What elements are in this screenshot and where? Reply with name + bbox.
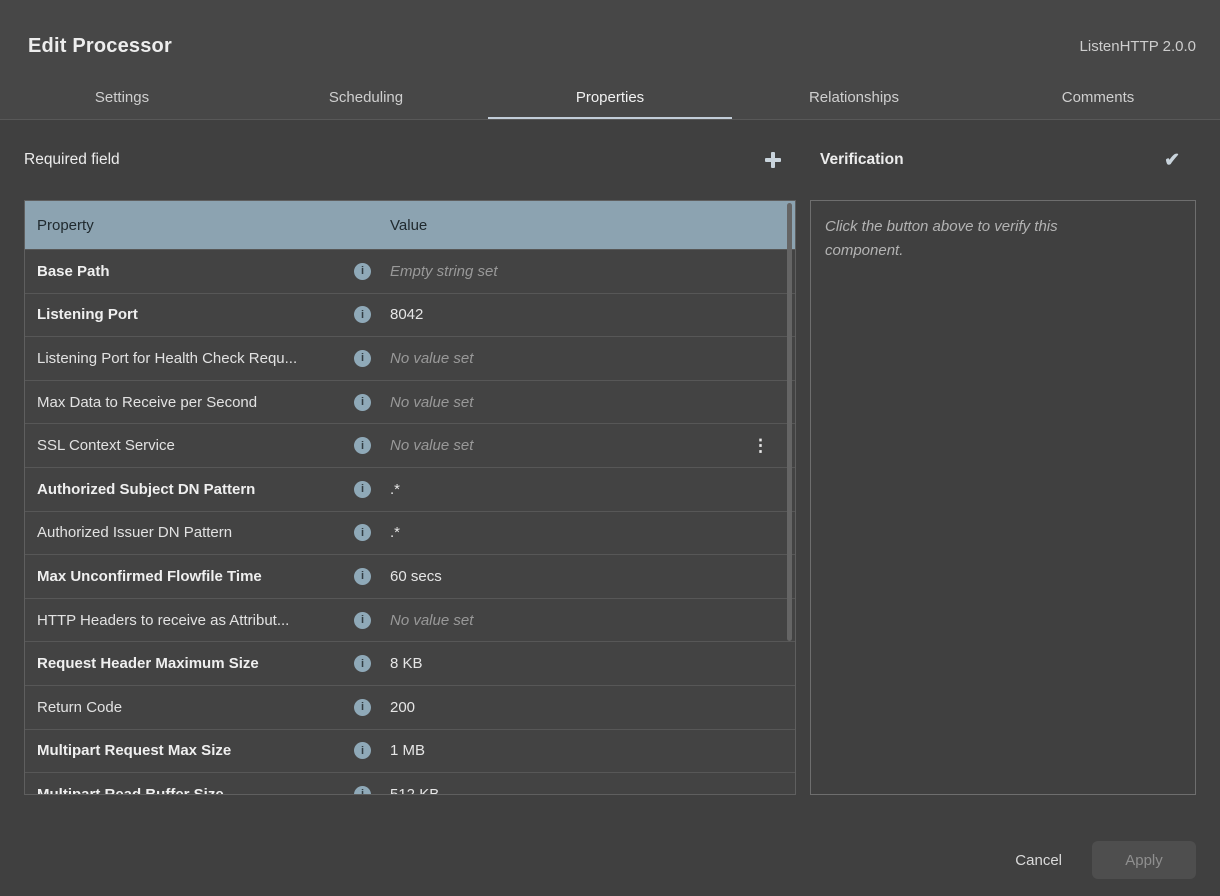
properties-column: Required field Property Value Base Path … [24,120,796,800]
property-row[interactable]: SSL Context Service i No value set ⋮ [25,423,795,467]
property-row[interactable]: Multipart Read Buffer Size i 512 KB ⋮ [25,772,795,795]
dialog-title: Edit Processor [28,35,172,58]
properties-table-header: Property Value [25,201,795,249]
property-value[interactable]: .* [390,481,795,498]
property-value[interactable]: 60 secs [390,568,795,585]
tab-label: Relationships [809,89,899,106]
property-name: Request Header Maximum Size [37,655,354,672]
tab-comments[interactable]: Comments [976,75,1220,119]
property-value[interactable]: No value set [390,437,752,454]
property-value[interactable]: No value set [390,612,795,629]
verify-button[interactable]: ✔ [1164,151,1180,170]
property-name: Return Code [37,699,354,716]
tab-label: Scheduling [329,89,403,106]
tab-properties[interactable]: Properties [488,75,732,119]
verification-message: Click the button above to verify this co… [825,215,1125,263]
info-icon[interactable]: i [354,394,371,411]
add-property-button[interactable] [765,152,781,168]
table-scrollbar[interactable] [787,203,792,641]
property-row[interactable]: HTTP Headers to receive as Attribut... i… [25,598,795,642]
kebab-menu-icon[interactable]: ⋮ [752,437,769,454]
tab-label: Settings [95,89,149,106]
tab-label: Properties [576,89,644,106]
verification-label: Verification [810,151,904,169]
property-row[interactable]: Authorized Issuer DN Pattern i .* ⋮ [25,511,795,555]
dialog-body: Required field Property Value Base Path … [0,120,1220,800]
property-name: Authorized Issuer DN Pattern [37,524,354,541]
property-name: Base Path [37,263,354,280]
verification-panel: Click the button above to verify this co… [810,200,1196,795]
verification-column: Verification ✔ Click the button above to… [810,120,1196,800]
info-icon[interactable]: i [354,437,371,454]
property-row[interactable]: Return Code i 200 ⋮ [25,685,795,729]
property-value[interactable]: 8 KB [390,655,795,672]
property-value[interactable]: 200 [390,699,795,716]
property-row[interactable]: Base Path i Empty string set ⋮ [25,249,795,293]
property-row[interactable]: Max Unconfirmed Flowfile Time i 60 secs … [25,554,795,598]
property-value[interactable]: 1 MB [390,742,795,759]
check-icon: ✔ [1164,150,1180,171]
properties-table-body: Base Path i Empty string set ⋮ Listening… [25,249,795,795]
property-value[interactable]: 512 KB [390,786,795,795]
property-name: Max Unconfirmed Flowfile Time [37,568,354,585]
info-icon[interactable]: i [354,306,371,323]
tab-scheduling[interactable]: Scheduling [244,75,488,119]
info-icon[interactable]: i [354,263,371,280]
info-icon[interactable]: i [354,655,371,672]
required-field-label: Required field [24,151,120,169]
tab-relationships[interactable]: Relationships [732,75,976,119]
property-row[interactable]: Request Header Maximum Size i 8 KB ⋮ [25,641,795,685]
processor-version: ListenHTTP 2.0.0 [1080,38,1196,55]
property-row[interactable]: Authorized Subject DN Pattern i .* ⋮ [25,467,795,511]
tab-bar: Settings Scheduling Properties Relations… [0,75,1220,119]
property-name: Multipart Read Buffer Size [37,786,354,795]
property-name: Listening Port for Health Check Requ... [37,350,354,367]
property-row[interactable]: Listening Port for Health Check Requ... … [25,336,795,380]
info-icon[interactable]: i [354,350,371,367]
info-icon[interactable]: i [354,786,371,795]
cancel-button[interactable]: Cancel [1015,852,1062,869]
dialog-footer: Cancel Apply [0,800,1220,896]
tab-settings[interactable]: Settings [0,75,244,119]
property-value[interactable]: No value set [390,350,795,367]
column-header-property: Property [37,217,390,234]
properties-table: Property Value Base Path i Empty string … [24,200,796,795]
info-icon[interactable]: i [354,481,371,498]
info-icon[interactable]: i [354,699,371,716]
property-row[interactable]: Listening Port i 8042 ⋮ [25,293,795,337]
property-name: SSL Context Service [37,437,354,454]
info-icon[interactable]: i [354,568,371,585]
column-header-value: Value [390,217,427,234]
property-row[interactable]: Max Data to Receive per Second i No valu… [25,380,795,424]
property-name: Max Data to Receive per Second [37,394,354,411]
info-icon[interactable]: i [354,524,371,541]
property-row[interactable]: Multipart Request Max Size i 1 MB ⋮ [25,729,795,773]
apply-button[interactable]: Apply [1092,841,1196,879]
tab-label: Comments [1062,89,1135,106]
dialog-header: Edit Processor ListenHTTP 2.0.0 Settings… [0,0,1220,120]
property-name: Listening Port [37,306,354,323]
property-value[interactable]: .* [390,524,795,541]
property-value[interactable]: No value set [390,394,795,411]
info-icon[interactable]: i [354,612,371,629]
edit-processor-dialog: Edit Processor ListenHTTP 2.0.0 Settings… [0,0,1220,896]
property-value[interactable]: Empty string set [390,263,795,280]
info-icon[interactable]: i [354,742,371,759]
property-name: Multipart Request Max Size [37,742,354,759]
property-value[interactable]: 8042 [390,306,795,323]
property-name: HTTP Headers to receive as Attribut... [37,612,354,629]
property-name: Authorized Subject DN Pattern [37,481,354,498]
